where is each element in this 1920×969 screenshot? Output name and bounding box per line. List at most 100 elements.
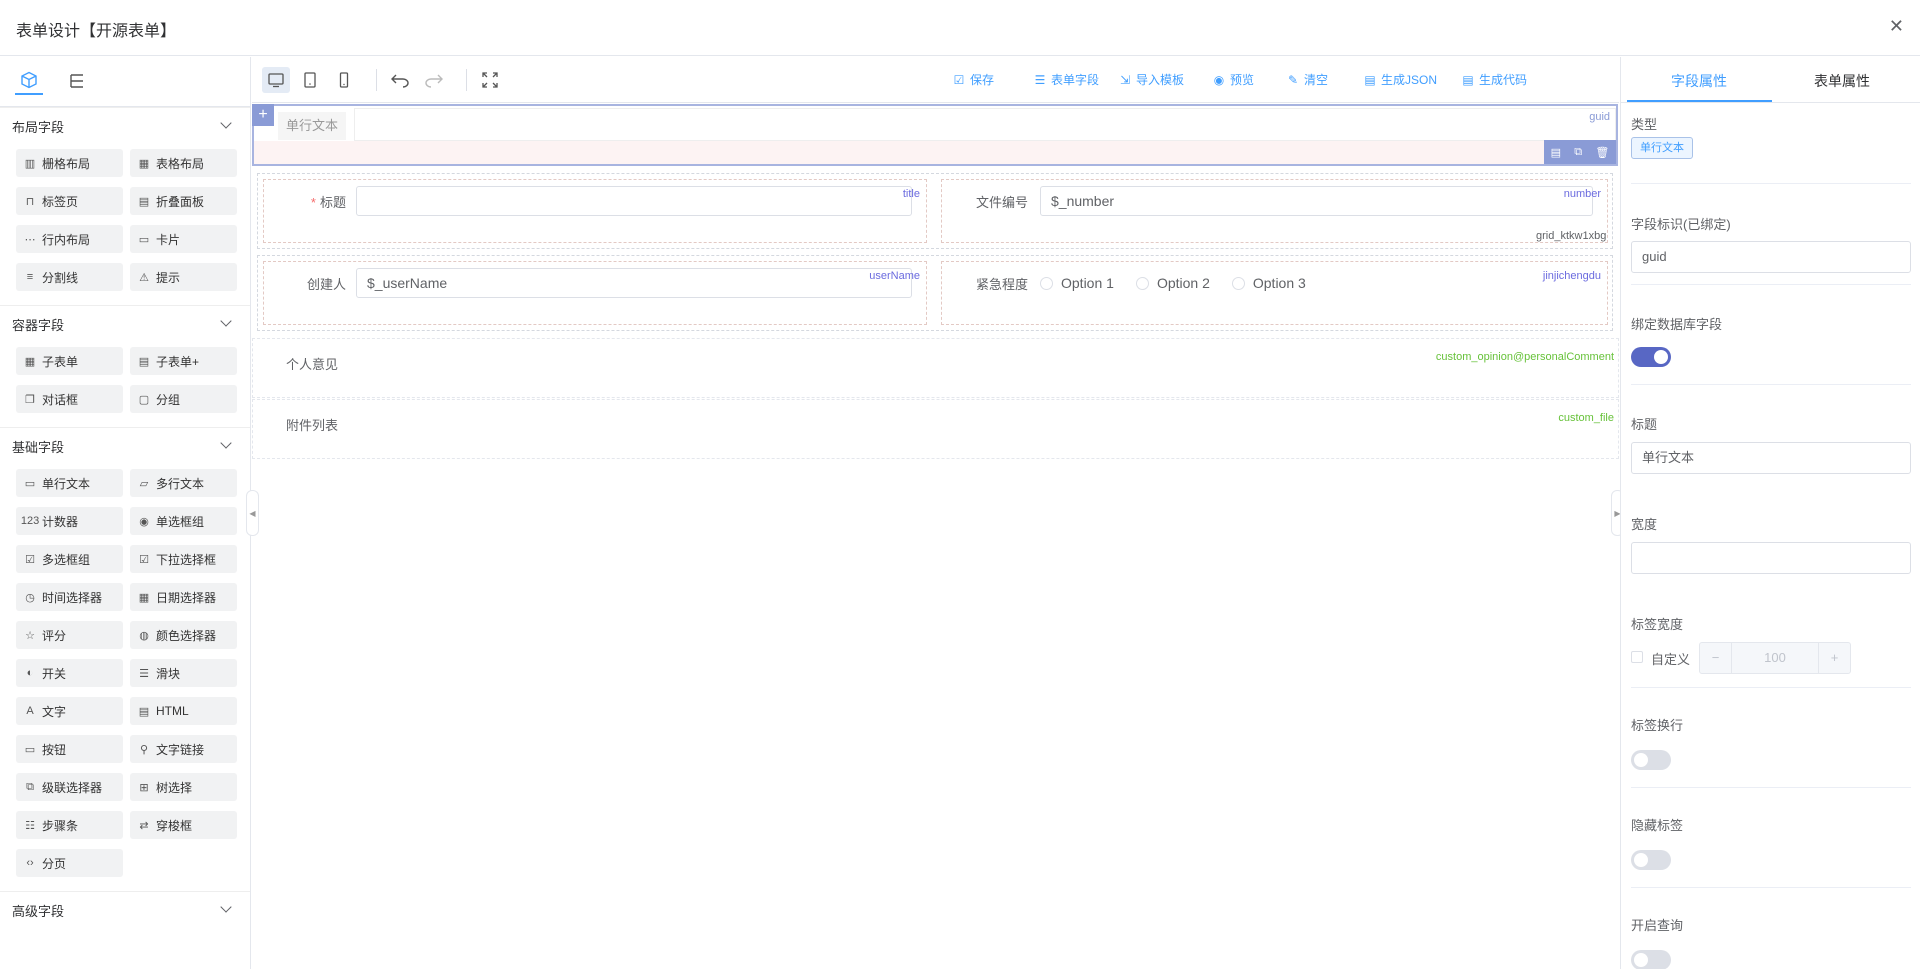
cube-icon[interactable]	[15, 67, 43, 95]
component-clock[interactable]: ◷ 时间选择器	[16, 583, 123, 611]
outline-tree-icon[interactable]	[63, 67, 91, 95]
component-dialog[interactable]: ❐ 对话框	[16, 385, 123, 413]
component-switch[interactable]: ◐ 开关	[16, 659, 123, 687]
grid-column[interactable]: * 标题 title	[263, 179, 927, 243]
component-textarea[interactable]: ▱ 多行文本	[130, 469, 237, 497]
component-calendar[interactable]: ▦ 日期选择器	[130, 583, 237, 611]
selected-widget-single-line-text[interactable]: + 单行文本 guid ▤ ⧉ 🗑	[252, 104, 1618, 166]
toolbar-button-3[interactable]: ◉ 预览	[1212, 71, 1254, 88]
urgency-radio-option[interactable]: Option 3	[1231, 275, 1306, 291]
chevron-down-icon[interactable]	[220, 437, 232, 449]
component-select[interactable]: ☑ 下拉选择框	[130, 545, 237, 573]
tab-form-properties[interactable]: 表单属性	[1814, 71, 1870, 91]
title-prop-input[interactable]: 单行文本	[1631, 442, 1911, 474]
section-header[interactable]: 基础字段	[0, 427, 250, 465]
collapse-left-icon[interactable]: ◀	[246, 490, 259, 536]
grid-row[interactable]: * 标题 title 文件编号 $_number number	[257, 173, 1613, 249]
chevron-down-icon[interactable]	[220, 117, 232, 129]
query-toggle[interactable]	[1631, 950, 1671, 969]
component-text[interactable]: A 文字	[16, 697, 123, 725]
component-label: 开关	[42, 666, 67, 681]
component-alert[interactable]: ⚠ 提示	[130, 263, 237, 291]
component-html[interactable]: ▤ HTML	[130, 697, 237, 725]
component-subform-plus[interactable]: ▤ 子表单+	[130, 347, 237, 375]
component-pagination[interactable]: ‹› 分页	[16, 849, 123, 877]
component-card[interactable]: ▭ 卡片	[130, 225, 237, 253]
component-collapse[interactable]: ▤ 折叠面板	[130, 187, 237, 215]
component-tabs[interactable]: ⊓ 标签页	[16, 187, 123, 215]
creator-input[interactable]: $_userName	[356, 268, 912, 298]
mobile-view-icon[interactable]	[330, 67, 358, 93]
label-wrap-toggle[interactable]	[1631, 750, 1671, 770]
component-button[interactable]: ▭ 按钮	[16, 735, 123, 763]
component-tree[interactable]: ⊞ 树选择	[130, 773, 237, 801]
urgency-radio-option[interactable]: Option 2	[1135, 275, 1210, 291]
design-area: ☑ 保存 ☰ 表单字段 ⇲ 导入模板 ◉ 预览 ✎ 清空 ▤ 生成JSON ▤ 生成代码 + 单行文本 g…	[246, 57, 1624, 969]
toolbar-button-0[interactable]: ☑ 保存	[952, 71, 994, 88]
component-input[interactable]: ▭ 单行文本	[16, 469, 123, 497]
tab-field-properties[interactable]: 字段属性	[1671, 71, 1727, 91]
urgency-radio-option[interactable]: Option 1	[1040, 275, 1114, 291]
field-id-label: 字段标识(已绑定)	[1631, 217, 1731, 232]
close-icon[interactable]: ✕	[1889, 16, 1904, 37]
component-divider[interactable]: ≡ 分割线	[16, 263, 123, 291]
section-header[interactable]: 布局字段	[0, 107, 250, 145]
custom-checkbox[interactable]	[1631, 651, 1643, 663]
urgency-field-tag: jinjichengdu	[1542, 270, 1601, 282]
desktop-view-icon[interactable]	[262, 67, 290, 93]
toolbar-button-5[interactable]: ▤ 生成JSON	[1363, 71, 1437, 88]
toolbar-button-1[interactable]: ☰ 表单字段	[1033, 71, 1099, 88]
label-width-value[interactable]: 100	[1732, 643, 1818, 673]
section-header[interactable]: 高级字段	[0, 891, 250, 929]
grid-column[interactable]: 紧急程度 Option 1 Option 2 Option 3 jinjicheng…	[941, 261, 1608, 325]
component-radio[interactable]: ◉ 单选框组	[130, 507, 237, 535]
grid-column[interactable]: 文件编号 $_number number	[941, 179, 1608, 243]
redo-icon[interactable]	[420, 67, 448, 93]
component-group[interactable]: ▢ 分组	[130, 385, 237, 413]
delete-icon[interactable]: 🗑	[1595, 146, 1609, 159]
component-link[interactable]: ⚲ 文字链接	[130, 735, 237, 763]
component-grid-layout[interactable]: ▥ 栅格布局	[16, 149, 123, 177]
section-header[interactable]: 容器字段	[0, 305, 250, 343]
field-id-input[interactable]: guid	[1631, 241, 1911, 273]
component-label: 表格布局	[156, 156, 205, 171]
files-block[interactable]: 附件列表 custom_file	[252, 399, 1619, 459]
grid-layout-icon: ▥	[24, 157, 36, 170]
increase-button[interactable]: +	[1818, 643, 1850, 673]
component-subform[interactable]: ▦ 子表单	[16, 347, 123, 375]
field-id-tag: guid	[1589, 111, 1610, 123]
toolbar-button-4[interactable]: ✎ 清空	[1286, 71, 1328, 88]
component-star[interactable]: ☆ 评分	[16, 621, 123, 649]
component-cascader[interactable]: ⧉ 级联选择器	[16, 773, 123, 801]
component-table-layout[interactable]: ▦ 表格布局	[130, 149, 237, 177]
component-inline-layout[interactable]: ⋯ 行内布局	[16, 225, 123, 253]
fullscreen-icon[interactable]	[476, 67, 504, 93]
component-checkbox[interactable]: ☑ 多选框组	[16, 545, 123, 573]
component-palette[interactable]: ◍ 颜色选择器	[130, 621, 237, 649]
form-canvas[interactable]: + 单行文本 guid ▤ ⧉ 🗑 grid_ktkw1xbg * 标题 titl…	[252, 103, 1619, 969]
title-input[interactable]	[356, 186, 912, 216]
opinion-block[interactable]: 个人意见 custom_opinion@personalComment	[252, 338, 1619, 398]
bind-db-toggle[interactable]	[1631, 347, 1671, 367]
undo-icon[interactable]	[386, 67, 414, 93]
grid-row[interactable]: 创建人 $_userName userName 紧急程度 Option 1 Opt…	[257, 255, 1613, 331]
number-input[interactable]: $_number	[1040, 186, 1593, 216]
chevron-down-icon[interactable]	[220, 315, 232, 327]
chevron-down-icon[interactable]	[220, 901, 232, 913]
component-steps[interactable]: ☷ 步骤条	[16, 811, 123, 839]
toolbar-button-2[interactable]: ⇲ 导入模板	[1118, 71, 1184, 88]
drag-handle-icon[interactable]: +	[252, 104, 274, 126]
label-width-stepper[interactable]: − 100 +	[1699, 642, 1851, 674]
select-parent-icon[interactable]: ▤	[1551, 146, 1561, 159]
property-panel: 字段属性 表单属性 类型 单行文本 字段标识(已绑定) guid 绑定数据库字段…	[1620, 57, 1920, 969]
decrease-button[interactable]: −	[1700, 643, 1732, 673]
component-slider[interactable]: ☰ 滑块	[130, 659, 237, 687]
toolbar-button-6[interactable]: ▤ 生成代码	[1461, 71, 1527, 88]
width-input[interactable]	[1631, 542, 1911, 574]
copy-icon[interactable]: ⧉	[1574, 146, 1582, 159]
component-transfer[interactable]: ⇄ 穿梭框	[130, 811, 237, 839]
grid-column[interactable]: 创建人 $_userName userName	[263, 261, 927, 325]
tablet-view-icon[interactable]	[296, 67, 324, 93]
hide-label-toggle[interactable]	[1631, 850, 1671, 870]
component-number[interactable]: 123 计数器	[16, 507, 123, 535]
